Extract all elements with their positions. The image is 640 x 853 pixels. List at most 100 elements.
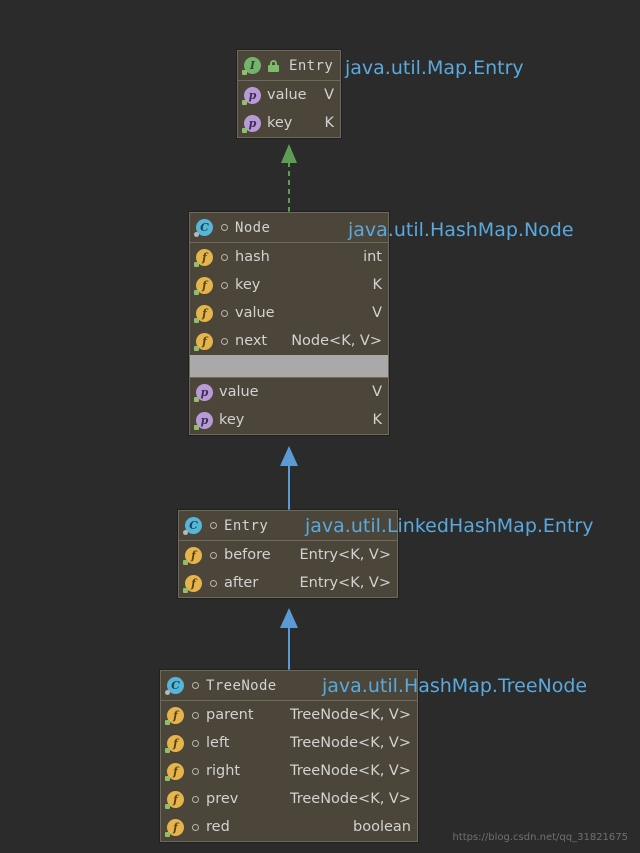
member-name: next	[235, 333, 268, 349]
class-name-label: Entry	[224, 517, 269, 534]
box-fields-hashmap-treenode: f parent TreeNode<K, V> f left TreeNode<…	[161, 701, 417, 841]
member-type: K	[372, 277, 382, 293]
member-name: hash	[235, 249, 270, 265]
member-name: prev	[206, 791, 239, 807]
member-type: boolean	[353, 819, 411, 835]
member-type: Node<K, V>	[291, 333, 382, 349]
member-name: red	[206, 819, 230, 835]
fqn-label-hashmap-treenode: java.util.HashMap.TreeNode	[322, 675, 588, 697]
field-icon: f	[194, 276, 213, 295]
field-icon: f	[165, 818, 184, 837]
field-icon: f	[165, 706, 184, 725]
package-private-icon	[221, 253, 228, 261]
property-icon: p	[242, 86, 261, 105]
package-private-icon	[192, 682, 199, 689]
box-properties-map-entry: p value V p key K	[238, 81, 340, 137]
fqn-label-map-entry: java.util.Map.Entry	[345, 57, 524, 79]
package-private-icon	[210, 522, 217, 529]
class-icon: C	[183, 517, 202, 535]
field-icon: f	[165, 790, 184, 809]
member-row[interactable]: p value V	[238, 81, 340, 109]
member-row[interactable]: p key K	[238, 109, 340, 137]
member-row[interactable]: f prev TreeNode<K, V>	[161, 785, 417, 813]
member-row[interactable]: f after Entry<K, V>	[179, 569, 397, 597]
class-icon: C	[165, 677, 184, 695]
member-type: K	[324, 115, 334, 131]
connector-treenode-extends-linkedhashmap-entry	[280, 608, 298, 670]
package-private-icon	[221, 309, 228, 317]
box-properties-hashmap-node: p value V p key K	[190, 377, 388, 434]
interface-icon: I	[242, 57, 261, 75]
member-row[interactable]: f next Node<K, V>	[190, 327, 388, 355]
member-type: K	[372, 412, 382, 428]
connector-node-implements-map-entry	[281, 144, 297, 212]
package-private-icon	[192, 739, 199, 747]
package-private-icon	[210, 579, 217, 587]
member-name: before	[224, 547, 271, 563]
package-private-icon	[192, 795, 199, 803]
package-private-icon	[192, 767, 199, 775]
member-type: TreeNode<K, V>	[290, 735, 411, 751]
member-type: V	[372, 305, 382, 321]
package-private-icon	[221, 281, 228, 289]
field-icon: f	[165, 734, 184, 753]
field-icon: f	[194, 248, 213, 267]
class-name-label: Entry	[289, 57, 334, 74]
member-type: Entry<K, V>	[299, 547, 391, 563]
property-icon: p	[242, 114, 261, 133]
property-icon: p	[194, 411, 213, 430]
member-name: key	[219, 412, 245, 428]
member-name: value	[267, 87, 307, 103]
member-row[interactable]: f right TreeNode<K, V>	[161, 757, 417, 785]
member-row[interactable]: f before Entry<K, V>	[179, 541, 397, 569]
member-type: TreeNode<K, V>	[290, 791, 411, 807]
fqn-label-hashmap-node: java.util.HashMap.Node	[348, 219, 574, 241]
class-name-label: Node	[235, 219, 271, 236]
member-row[interactable]: p value V	[190, 378, 388, 406]
field-icon: f	[183, 574, 202, 593]
selected-empty-row[interactable]	[190, 355, 388, 377]
diagram-canvas: Node (solid, extends) --> LinkedHashMap.…	[0, 0, 640, 853]
field-icon: f	[165, 762, 184, 781]
package-private-icon	[192, 711, 199, 719]
member-type: V	[324, 87, 334, 103]
field-icon: f	[183, 546, 202, 565]
member-name: parent	[206, 707, 254, 723]
package-private-icon	[221, 337, 228, 345]
box-fields-linkedhashmap-entry: f before Entry<K, V> f after Entry<K, V>	[179, 541, 397, 597]
box-header-map-entry: I Entry	[238, 51, 340, 81]
box-fields-hashmap-node: f hash int f key K f value V f next Node…	[190, 243, 388, 377]
member-name: left	[206, 735, 230, 751]
lock-public-icon	[268, 59, 279, 72]
member-row[interactable]: f value V	[190, 299, 388, 327]
member-type: V	[372, 384, 382, 400]
member-type: Entry<K, V>	[299, 575, 391, 591]
member-type: int	[363, 249, 382, 265]
package-private-icon	[210, 551, 217, 559]
field-icon: f	[194, 332, 213, 351]
member-row[interactable]: p key K	[190, 406, 388, 434]
member-name: after	[224, 575, 259, 591]
connector-linkedhashmap-entry-extends-node	[280, 446, 298, 510]
watermark-label: https://blog.csdn.net/qq_31821675	[452, 832, 628, 843]
property-icon: p	[194, 383, 213, 402]
member-name: key	[267, 115, 293, 131]
member-name: right	[206, 763, 241, 779]
fqn-label-linkedhashmap-entry: java.util.LinkedHashMap.Entry	[305, 515, 594, 537]
uml-box-hashmap-node[interactable]: C Node f hash int f key K f value V f ne…	[189, 212, 389, 435]
member-row[interactable]: f hash int	[190, 243, 388, 271]
member-row[interactable]: f red boolean	[161, 813, 417, 841]
class-name-label: TreeNode	[206, 677, 277, 694]
member-type: TreeNode<K, V>	[290, 707, 411, 723]
class-icon: C	[194, 219, 213, 237]
member-type: TreeNode<K, V>	[290, 763, 411, 779]
member-name: value	[219, 384, 259, 400]
member-row[interactable]: f parent TreeNode<K, V>	[161, 701, 417, 729]
member-row[interactable]: f key K	[190, 271, 388, 299]
uml-box-map-entry[interactable]: I Entry p value V p key K	[237, 50, 341, 138]
member-row[interactable]: f left TreeNode<K, V>	[161, 729, 417, 757]
member-name: value	[235, 305, 275, 321]
package-private-icon	[221, 224, 228, 231]
field-icon: f	[194, 304, 213, 323]
member-name: key	[235, 277, 261, 293]
